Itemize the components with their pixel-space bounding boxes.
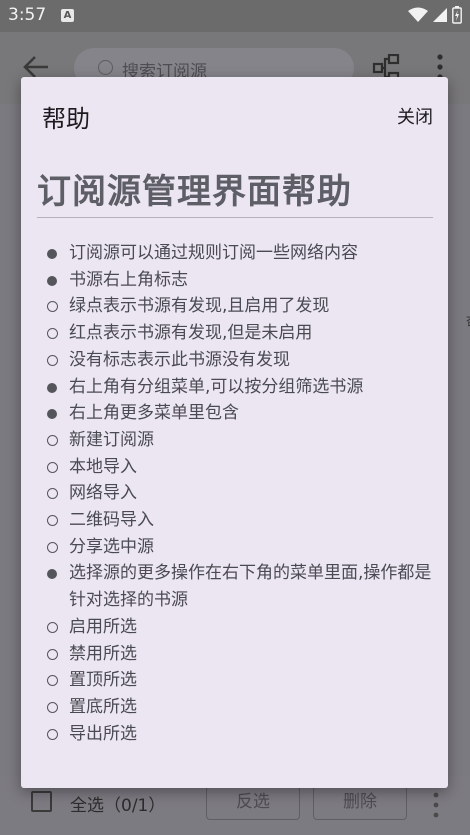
help-subitem: 网络导入: [37, 480, 433, 507]
wifi-icon: [408, 7, 428, 22]
help-subitem: 禁用所选: [37, 641, 433, 668]
help-list-item: 选择源的更多操作在右下角的菜单里面,操作都是针对选择的书源: [37, 560, 433, 613]
signal-icon: [433, 8, 447, 22]
help-item-text: 选择源的更多操作在右下角的菜单里面,操作都是针对选择的书源: [69, 563, 432, 611]
help-item-text: 书源右上角标志: [69, 269, 188, 290]
status-bar: 3:57 A: [0, 0, 470, 32]
help-subitem: 红点表示书源有发现,但是未启用: [37, 320, 433, 347]
help-subitem: 导出所选: [37, 721, 433, 748]
close-button[interactable]: 关闭: [397, 103, 433, 129]
help-list-item: 订阅源可以通过规则订阅一些网络内容: [37, 240, 433, 267]
help-subitem: 没有标志表示此书源没有发现: [37, 347, 433, 374]
dialog-title: 帮助: [42, 105, 90, 133]
help-heading: 订阅源管理界面帮助: [37, 169, 433, 218]
help-subitem: 置底所选: [37, 694, 433, 721]
help-subitem: 二维码导入: [37, 507, 433, 534]
help-document: 订阅源管理界面帮助 订阅源可以通过规则订阅一些网络内容 书源右上角标志绿点表示书源…: [37, 169, 433, 747]
help-list-item: 右上角有分组菜单,可以按分组筛选书源: [37, 374, 433, 401]
help-subitem: 分享选中源: [37, 534, 433, 561]
select-all-checkbox[interactable]: [31, 791, 52, 812]
help-item-text: 订阅源可以通过规则订阅一些网络内容: [69, 243, 358, 263]
help-sublist: 绿点表示书源有发现,且启用了发现 红点表示书源有发现,但是未启用 没有标志表示此书源…: [37, 293, 433, 373]
help-sublist: 新建订阅源 本地导入 网络导入 二维码导入 分享选中源: [37, 427, 433, 561]
search-icon: [98, 60, 113, 75]
notification-icon: A: [61, 9, 74, 22]
invert-selection-button[interactable]: 反选: [206, 786, 300, 820]
help-item-text: 右上角更多菜单里包含: [69, 403, 239, 424]
help-sublist: 启用所选 禁用所选 置顶所选 置底所选 导出所选: [37, 614, 433, 748]
help-subitem: 绿点表示书源有发现,且启用了发现: [37, 293, 433, 320]
delete-button[interactable]: 删除: [313, 786, 407, 820]
select-all-label[interactable]: 全选（0/1）: [70, 791, 165, 816]
help-list-item: 右上角更多菜单里包含: [37, 400, 433, 427]
help-list-item: 书源右上角标志: [37, 267, 433, 294]
more-actions-icon[interactable]: [432, 792, 440, 818]
help-dialog: 帮助 关闭 订阅源管理界面帮助 订阅源可以通过规则订阅一些网络内容 书源右上角标志…: [21, 77, 448, 788]
system-icons: [408, 6, 462, 24]
help-subitem: 启用所选: [37, 614, 433, 641]
help-list: 订阅源可以通过规则订阅一些网络内容 书源右上角标志绿点表示书源有发现,且启用了发现…: [37, 240, 433, 747]
help-subitem: 置顶所选: [37, 667, 433, 694]
status-time: 3:57: [8, 5, 47, 25]
background-partial-text: 杏: [466, 312, 470, 329]
help-item-text: 右上角有分组菜单,可以按分组筛选书源: [69, 376, 364, 397]
battery-icon: [452, 6, 462, 24]
help-subitem: 新建订阅源: [37, 427, 433, 454]
help-subitem: 本地导入: [37, 454, 433, 481]
